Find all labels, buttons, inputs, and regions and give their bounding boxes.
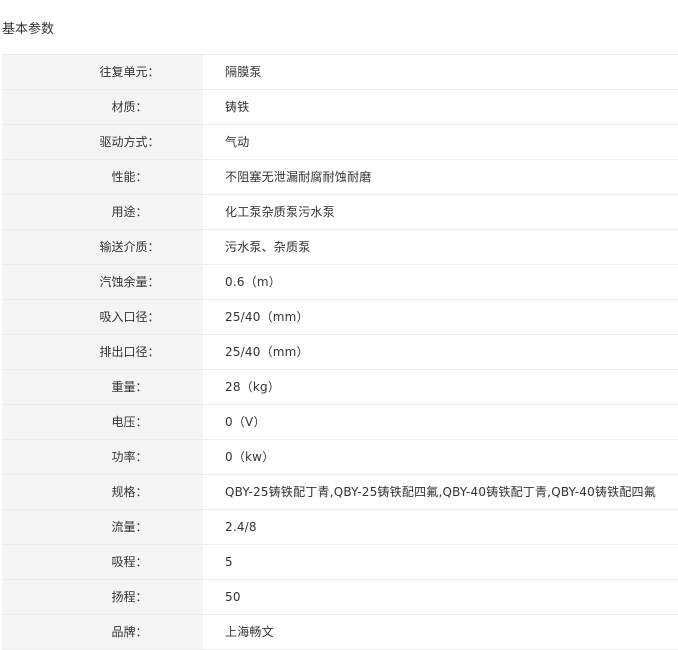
param-row-drive: 驱动方式： 气动 bbox=[2, 125, 678, 160]
param-row-npsh: 汽蚀余量： 0.6（m） bbox=[2, 265, 678, 300]
param-value: 0（V） bbox=[225, 415, 266, 429]
param-row-unit: 往复单元： 隔膜泵 bbox=[2, 55, 678, 90]
param-label: 电压： bbox=[2, 405, 203, 439]
param-value: 28（kg） bbox=[225, 380, 281, 394]
param-label: 规格： bbox=[2, 475, 203, 509]
param-row-flow: 流量： 2.4/8 bbox=[2, 510, 678, 545]
param-row-brand: 品牌： 上海畅文 bbox=[2, 615, 678, 650]
param-value: 不阻塞无泄漏耐腐耐蚀耐磨 bbox=[225, 170, 372, 184]
param-label: 材质： bbox=[2, 90, 203, 124]
param-label: 排出口径： bbox=[2, 335, 203, 369]
param-label: 性能： bbox=[2, 160, 203, 194]
param-label: 汽蚀余量： bbox=[2, 265, 203, 299]
param-label: 驱动方式： bbox=[2, 125, 203, 159]
param-row-material: 材质： 铸铁 bbox=[2, 90, 678, 125]
param-row-usage: 用途： 化工泵杂质泵污水泵 bbox=[2, 195, 678, 230]
param-row-weight: 重量： 28（kg） bbox=[2, 370, 678, 405]
param-row-head: 扬程： 50 bbox=[2, 580, 678, 615]
param-value: 2.4/8 bbox=[225, 520, 257, 534]
param-value: 25/40（mm） bbox=[225, 310, 309, 324]
param-row-spec: 规格： QBY-25铸铁配丁青,QBY-25铸铁配四氟,QBY-40铸铁配丁青,… bbox=[2, 475, 678, 510]
param-value: 污水泵、杂质泵 bbox=[225, 240, 311, 254]
param-value: 5 bbox=[225, 555, 233, 569]
param-row-medium: 输送介质： 污水泵、杂质泵 bbox=[2, 230, 678, 265]
param-value: 化工泵杂质泵污水泵 bbox=[225, 205, 335, 219]
param-row-inlet: 吸入口径： 25/40（mm） bbox=[2, 300, 678, 335]
param-row-outlet: 排出口径： 25/40（mm） bbox=[2, 335, 678, 370]
param-row-suction-lift: 吸程： 5 bbox=[2, 545, 678, 580]
param-label: 吸程： bbox=[2, 545, 203, 579]
param-value: 气动 bbox=[225, 135, 250, 149]
param-value: 0.6（m） bbox=[225, 275, 281, 289]
param-value: 50 bbox=[225, 590, 241, 604]
param-value: 隔膜泵 bbox=[225, 65, 262, 79]
param-row-performance: 性能： 不阻塞无泄漏耐腐耐蚀耐磨 bbox=[2, 160, 678, 195]
param-value: QBY-25铸铁配丁青,QBY-25铸铁配四氟,QBY-40铸铁配丁青,QBY-… bbox=[225, 485, 656, 499]
param-value: 铸铁 bbox=[225, 100, 250, 114]
param-value: 0（kw） bbox=[225, 450, 275, 464]
param-label: 流量： bbox=[2, 510, 203, 544]
param-label: 用途： bbox=[2, 195, 203, 229]
param-row-voltage: 电压： 0（V） bbox=[2, 405, 678, 440]
param-label: 往复单元： bbox=[2, 55, 203, 89]
param-label: 功率： bbox=[2, 440, 203, 474]
param-label: 扬程： bbox=[2, 580, 203, 614]
param-value: 25/40（mm） bbox=[225, 345, 309, 359]
param-label: 重量： bbox=[2, 370, 203, 404]
param-row-power: 功率： 0（kw） bbox=[2, 440, 678, 475]
param-label: 输送介质： bbox=[2, 230, 203, 264]
param-label: 吸入口径： bbox=[2, 300, 203, 334]
section-title: 基本参数 bbox=[2, 22, 55, 37]
params-table: 往复单元： 隔膜泵 材质： 铸铁 驱动方式： 气动 性能： 不阻塞无泄漏耐腐耐蚀… bbox=[2, 54, 678, 650]
